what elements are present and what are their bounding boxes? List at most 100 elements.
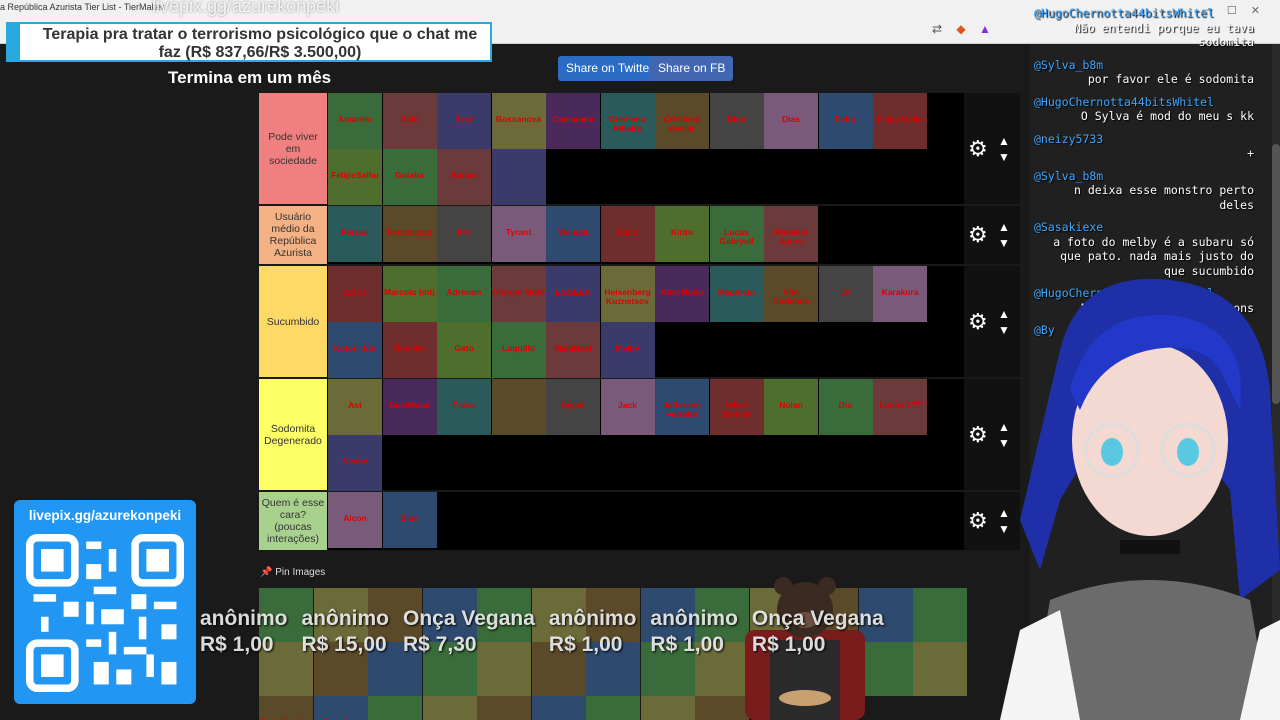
tier-item[interactable]: Bald: [382, 93, 437, 149]
tier-item[interactable]: Cristiano Avelar: [655, 93, 709, 149]
tier-item[interactable]: Azure: [328, 266, 382, 322]
tier-item[interactable]: Ferrari: [328, 206, 382, 262]
chat-username[interactable]: @Sasakiexe: [1034, 220, 1254, 235]
tier-item[interactable]: FelipeSalhu: [328, 149, 382, 205]
tier-item[interactable]: Jack: [600, 379, 655, 435]
tier-item[interactable]: Tyrant: [491, 206, 546, 262]
tier-item[interactable]: Medalist Azure: [764, 206, 818, 262]
tier-item[interactable]: Vito Corleone: [764, 266, 818, 322]
tier-item[interactable]: Aicon: [328, 492, 382, 548]
gear-icon[interactable]: ⚙: [968, 224, 988, 246]
tier-item[interactable]: Giorgio Mofo: [491, 266, 546, 322]
tier-label[interactable]: Sodomita Degenerado: [259, 379, 327, 490]
tier-item[interactable]: Kimi Nobu: [655, 266, 709, 322]
share-fb-button[interactable]: Share on FB: [650, 56, 734, 81]
chat-username[interactable]: @neizy5733: [1034, 132, 1254, 147]
tier-item[interactable]: Dio: [818, 379, 873, 435]
tier-item[interactable]: Ifrit: [437, 206, 491, 262]
tier-item[interactable]: Amarelo: [328, 93, 382, 149]
tier-item-label: Cristiano Ribeiro: [609, 114, 646, 133]
tier-item[interactable]: Nashe: [328, 435, 382, 491]
tier-item[interactable]: Falco: [437, 379, 491, 435]
pin-item[interactable]: [586, 696, 640, 720]
tier-item[interactable]: ENGEEK: [546, 266, 600, 322]
tier-item[interactable]: Gato: [437, 322, 491, 378]
tier-item[interactable]: Karakura: [873, 266, 927, 322]
tier-items: Azure Marcolo (mt) Adrenon Giorgio Mofo ENGE…: [328, 266, 964, 378]
tier-item[interactable]: ManiNaki: [546, 322, 600, 378]
tier-item[interactable]: Hikari Sindler: [709, 379, 764, 435]
pin-item[interactable]: [368, 696, 422, 720]
tier-item[interactable]: Nolan: [764, 379, 818, 435]
tier-label[interactable]: Usuário médio da República Azurista: [259, 206, 327, 264]
tier-item[interactable]: Fantasioso: [382, 206, 437, 262]
tier-item[interactable]: Kirito: [655, 206, 709, 262]
tier-label[interactable]: Quem é esse cara? (poucas interações): [259, 492, 327, 550]
gear-icon[interactable]: ⚙: [968, 510, 988, 532]
gear-icon[interactable]: ⚙: [968, 423, 988, 446]
pin-images-label[interactable]: 📌 Pin Images: [260, 567, 325, 578]
tier-item[interactable]: [491, 379, 546, 435]
tier-item-label: Vito Corleone: [772, 287, 810, 306]
pin-item[interactable]: Rosalind Ferreira: [313, 696, 368, 720]
tier-item[interactable]: Mephisto: [709, 266, 764, 322]
donation-amount: R$ 1,00: [200, 633, 274, 656]
chat-username[interactable]: @Sylva_b8m: [1034, 58, 1254, 73]
tier-item[interactable]: DustMune: [382, 379, 437, 435]
tier-item[interactable]: Blue: [382, 492, 437, 548]
pin-item[interactable]: [640, 696, 695, 720]
tier-item[interactable]: Dias: [764, 93, 818, 149]
tier-item[interactable]: Bzzz: [437, 93, 491, 149]
tier-label[interactable]: Pode viver em sociedade: [259, 93, 327, 204]
tier-item-label: Marcolo (mt): [384, 287, 435, 297]
tier-label[interactable]: Sucumbido: [259, 266, 327, 377]
chevron-down-icon[interactable]: ▼: [998, 149, 1010, 165]
tier-item[interactable]: Filipe Gello: [873, 93, 927, 149]
tier-item[interactable]: JK: [818, 266, 873, 322]
pin-item[interactable]: [531, 696, 586, 720]
tier-item[interactable]: Lucas Gabryell: [709, 206, 764, 262]
translate-icon[interactable]: ⇄: [930, 22, 944, 36]
tier-item[interactable]: Melby: [600, 322, 655, 378]
chevron-up-icon[interactable]: ▲: [998, 133, 1010, 149]
chevron-up-icon[interactable]: ▲: [998, 219, 1010, 235]
triangle-extension-icon[interactable]: ▲: [978, 22, 992, 36]
browser-tab-title[interactable]: a República Azurista Tier List - TierMak…: [0, 2, 164, 12]
gear-icon[interactable]: ⚙: [968, 137, 988, 160]
chevron-down-icon[interactable]: ▼: [998, 235, 1010, 251]
tier-item[interactable]: Kotori Joo: [328, 322, 382, 378]
tier-item[interactable]: Loquillo: [491, 322, 546, 378]
tier-item[interactable]: Ast: [328, 379, 382, 435]
tier-item[interactable]: Hyper: [546, 379, 600, 435]
pin-item[interactable]: [422, 696, 477, 720]
pin-item[interactable]: [477, 696, 531, 720]
chat-username[interactable]: @HugoChernotta44bitsWhitel: [1034, 6, 1254, 21]
tier-item[interactable]: Rodilite: [382, 322, 437, 378]
tier-item[interactable]: Bossanova: [491, 93, 546, 149]
tier-item[interactable]: Cristiano Ribeiro: [600, 93, 655, 149]
tier-item[interactable]: Febo: [818, 93, 873, 149]
chat-username[interactable]: @Sylva_b8m: [1034, 169, 1254, 184]
tier-item-label: Ifrit: [457, 227, 471, 237]
tier-item[interactable]: Wendel: [546, 206, 600, 262]
tier-item[interactable]: Lucas 777: [873, 379, 927, 435]
tier-item[interactable]: [491, 149, 546, 205]
tier-item[interactable]: Adrenon: [437, 266, 491, 322]
pin-item[interactable]: Rick ShyGuy: [259, 696, 313, 720]
pin-item[interactable]: [913, 588, 967, 642]
tier-item[interactable]: Kanan: [437, 149, 491, 205]
tier-item[interactable]: Heisenberg Kuznetsov: [600, 266, 655, 322]
tier-item[interactable]: Marcolo (mt): [382, 266, 437, 322]
tier-item[interactable]: Goiaba: [382, 149, 437, 205]
tier-item[interactable]: Jefferson Ferreira: [655, 379, 709, 435]
tier-item[interactable]: Kaito: [600, 206, 655, 262]
donor-name: anônimo: [650, 607, 738, 630]
chat-username[interactable]: @HugoChernotta44bitsWhitel: [1034, 95, 1254, 110]
gear-icon[interactable]: ⚙: [968, 310, 988, 333]
share-twitter-button[interactable]: Share on Twitter: [558, 56, 662, 81]
chat-message: O Sylva é mod do meu s kk: [1080, 109, 1254, 123]
tier-item[interactable]: Diox: [709, 93, 764, 149]
brave-shield-icon[interactable]: ◆: [954, 22, 968, 36]
pin-item[interactable]: [913, 642, 967, 696]
tier-item[interactable]: Camarada: [546, 93, 600, 149]
